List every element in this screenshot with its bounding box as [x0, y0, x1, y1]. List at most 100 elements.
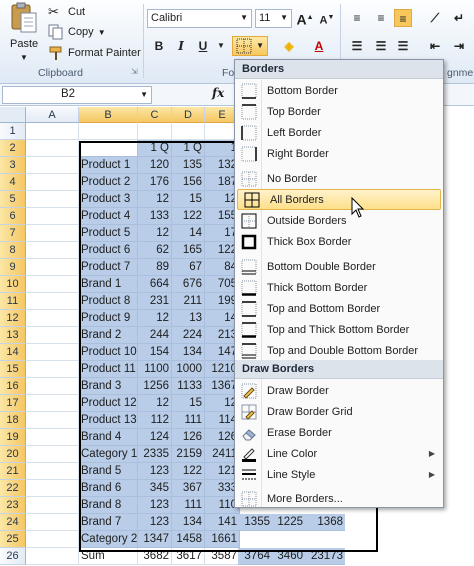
row-header-14[interactable]: 14	[0, 344, 26, 361]
cell-b4[interactable]: Product 2	[79, 174, 138, 191]
cell-b24[interactable]: Brand 7	[79, 514, 138, 531]
borders-dropdown-chevron-icon[interactable]: ▼	[256, 41, 264, 50]
cell-d21[interactable]: 122	[172, 463, 205, 480]
align-left-icon[interactable]: ☰	[348, 37, 366, 55]
cell-d7[interactable]: 14	[172, 225, 205, 242]
cell-d9[interactable]: 67	[172, 259, 205, 276]
cell-d5[interactable]: 15	[172, 191, 205, 208]
cell-e25[interactable]: 1661	[205, 531, 240, 548]
menu-item-line-style[interactable]: Line Style ▶	[235, 464, 443, 485]
menu-item-top-border[interactable]: Top Border	[235, 101, 443, 122]
cell-c23[interactable]: 123	[138, 497, 172, 514]
cell-a9[interactable]	[26, 259, 79, 276]
cell-a22[interactable]	[26, 480, 79, 497]
cell-a13[interactable]	[26, 327, 79, 344]
orientation-icon[interactable]: ⟋	[426, 9, 444, 27]
cell-a16[interactable]	[26, 378, 79, 395]
cell-d20[interactable]: 2159	[172, 446, 205, 463]
cut-button[interactable]: ✂ Cut	[48, 4, 85, 20]
align-middle-icon[interactable]: ≡	[372, 9, 390, 27]
underline-icon[interactable]: U	[194, 37, 212, 55]
cell-d14[interactable]: 134	[172, 344, 205, 361]
menu-item-bottom-border[interactable]: Bottom Border	[235, 80, 443, 101]
menu-item-no-border[interactable]: No Border	[235, 168, 443, 189]
table-cell[interactable]: 3764	[238, 548, 272, 565]
format-painter-button[interactable]: Format Painter	[48, 45, 141, 61]
cell-a20[interactable]	[26, 446, 79, 463]
cell-a18[interactable]	[26, 412, 79, 429]
row-header-13[interactable]: 13	[0, 327, 26, 344]
cell-c18[interactable]: 112	[138, 412, 172, 429]
cell-c12[interactable]: 12	[138, 310, 172, 327]
row-header-18[interactable]: 18	[0, 412, 26, 429]
cell-c17[interactable]: 12	[138, 395, 172, 412]
cell-d15[interactable]: 1000	[172, 361, 205, 378]
menu-item-left-border[interactable]: Left Border	[235, 122, 443, 143]
cell-b13[interactable]: Brand 2	[79, 327, 138, 344]
cell-d3[interactable]: 135	[172, 157, 205, 174]
cell-a4[interactable]	[26, 174, 79, 191]
cell-c16[interactable]: 1256	[138, 378, 172, 395]
wrap-text-icon[interactable]: ↵	[450, 9, 468, 27]
bold-icon[interactable]: B	[150, 37, 168, 55]
cell-c11[interactable]: 231	[138, 293, 172, 310]
cell-d13[interactable]: 224	[172, 327, 205, 344]
row-header-12[interactable]: 12	[0, 310, 26, 327]
cell-d19[interactable]: 126	[172, 429, 205, 446]
cell-b14[interactable]: Product 10	[79, 344, 138, 361]
cell-a8[interactable]	[26, 242, 79, 259]
font-size-chevron-icon[interactable]: ▼	[280, 13, 288, 22]
cell-a1[interactable]	[26, 123, 79, 140]
cell-b25[interactable]: Category 2	[79, 531, 138, 548]
copy-button[interactable]: Copy ▼	[48, 24, 106, 40]
cell-e26[interactable]: 3587	[205, 548, 240, 565]
select-all-corner[interactable]	[0, 107, 26, 123]
cell-d16[interactable]: 1133	[172, 378, 205, 395]
cell-c5[interactable]: 12	[138, 191, 172, 208]
cell-a10[interactable]	[26, 276, 79, 293]
cell-d8[interactable]: 165	[172, 242, 205, 259]
row-header-21[interactable]: 21	[0, 463, 26, 480]
decrease-indent-icon[interactable]: ⇤	[426, 37, 444, 55]
cell-a24[interactable]	[26, 514, 79, 531]
row-header-8[interactable]: 8	[0, 242, 26, 259]
cell-d1[interactable]	[172, 123, 205, 140]
cell-c19[interactable]: 124	[138, 429, 172, 446]
cell-a12[interactable]	[26, 310, 79, 327]
cell-b12[interactable]: Product 9	[79, 310, 138, 327]
cell-c9[interactable]: 89	[138, 259, 172, 276]
row-header-9[interactable]: 9	[0, 259, 26, 276]
menu-item-outside-borders[interactable]: Outside Borders	[235, 210, 443, 231]
table-cell[interactable]: 1368	[305, 514, 345, 531]
cell-b26[interactable]: Sum	[79, 548, 138, 565]
menu-item-more-borders[interactable]: More Borders...	[235, 488, 443, 509]
cell-a14[interactable]	[26, 344, 79, 361]
menu-item-draw-border[interactable]: Draw Border	[235, 380, 443, 401]
cell-d12[interactable]: 13	[172, 310, 205, 327]
table-cell[interactable]: 1355	[238, 514, 272, 531]
cell-a26[interactable]	[26, 548, 79, 565]
cell-c13[interactable]: 244	[138, 327, 172, 344]
row-header-24[interactable]: 24	[0, 514, 26, 531]
cell-a17[interactable]	[26, 395, 79, 412]
cell-b1[interactable]	[79, 123, 138, 140]
cell-c8[interactable]: 62	[138, 242, 172, 259]
cell-b3[interactable]: Product 1	[79, 157, 138, 174]
column-header-c[interactable]: C	[138, 107, 172, 123]
column-header-a[interactable]: A	[26, 107, 79, 123]
cell-c25[interactable]: 1347	[138, 531, 172, 548]
row-header-1[interactable]: 1	[0, 123, 26, 140]
italic-icon[interactable]: I	[172, 37, 190, 55]
cell-c10[interactable]: 664	[138, 276, 172, 293]
cell-d22[interactable]: 367	[172, 480, 205, 497]
table-cell[interactable]: 23173	[305, 548, 345, 565]
font-color-icon[interactable]: A	[310, 37, 328, 55]
grow-font-icon[interactable]: A▲	[296, 9, 314, 28]
font-name-chevron-icon[interactable]: ▼	[240, 13, 248, 22]
cell-b20[interactable]: Category 1	[79, 446, 138, 463]
cell-c14[interactable]: 154	[138, 344, 172, 361]
cell-b19[interactable]: Brand 4	[79, 429, 138, 446]
cell-c21[interactable]: 123	[138, 463, 172, 480]
menu-item-thick-box-border[interactable]: Thick Box Border	[235, 231, 443, 252]
cell-b21[interactable]: Brand 5	[79, 463, 138, 480]
